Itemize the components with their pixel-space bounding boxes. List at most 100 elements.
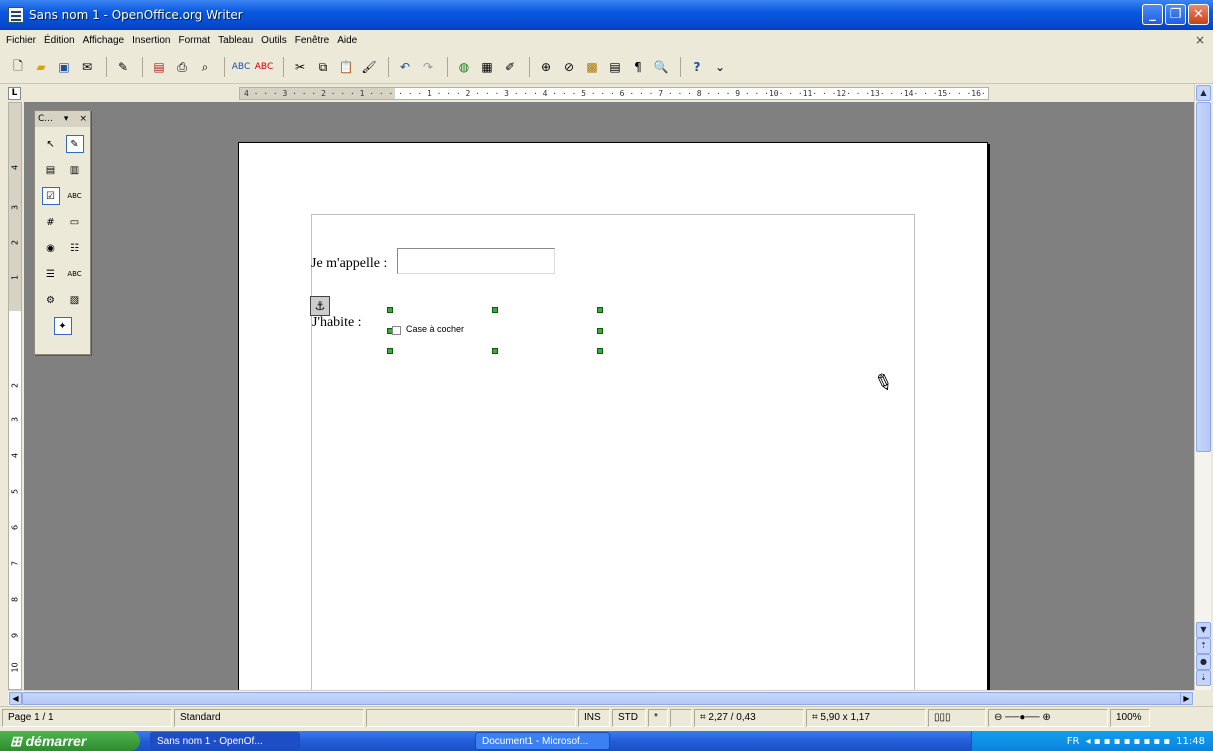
email-icon[interactable]: ✉ [77, 57, 97, 77]
autospell-icon[interactable]: ABC [254, 57, 274, 77]
more-controls-icon[interactable]: ⚙ [42, 291, 60, 309]
minimize-button[interactable]: _ [1142, 4, 1163, 25]
hyperlink-icon[interactable]: ◍ [454, 57, 474, 77]
close-button[interactable]: ✕ [1188, 4, 1209, 25]
taskbar-item-word[interactable]: Document1 - Microsof... [475, 732, 610, 750]
paste-icon[interactable]: 📋 [336, 57, 356, 77]
language-indicator[interactable]: FR [1067, 736, 1080, 747]
taskbar-item-writer[interactable]: Sans nom 1 - OpenOf... [150, 732, 300, 750]
name-text-field[interactable] [397, 248, 555, 274]
horizontal-scrollbar[interactable]: ◀ ▶ [8, 690, 1194, 706]
wizards-icon[interactable]: ✦ [53, 317, 72, 335]
control-properties-icon[interactable]: ▤ [42, 161, 60, 179]
table-icon[interactable]: ▦ [477, 57, 497, 77]
formatting-marks-icon[interactable]: ¶ [628, 57, 648, 77]
edit-file-icon[interactable]: ✎ [113, 57, 133, 77]
view-layout-buttons[interactable]: ▯▯▯ [928, 708, 986, 727]
writer-app-icon [8, 7, 24, 23]
design-mode-icon[interactable]: ✎ [65, 135, 84, 153]
zoom-slider[interactable]: ⊖ ──●── ⊕ [988, 708, 1108, 727]
label-field-icon[interactable]: ABC [66, 265, 84, 283]
gallery-icon[interactable]: ▩ [582, 57, 602, 77]
menu-fichier[interactable]: Fichier [6, 35, 36, 46]
vertical-ruler[interactable]: 4 3 2 1 2 3 4 5 6 7 8 9 10 [8, 102, 22, 690]
menu-insertion[interactable]: Insertion [132, 35, 170, 46]
navigator-icon[interactable]: ⊘ [559, 57, 579, 77]
vertical-scroll-thumb[interactable] [1196, 102, 1211, 452]
page-style[interactable]: Standard [174, 708, 364, 727]
checkbox-tool-icon[interactable]: ☑ [41, 187, 60, 205]
document-close-icon[interactable]: × [1195, 33, 1205, 47]
print-icon[interactable]: ⎙ [172, 57, 192, 77]
document-page[interactable]: Je m'appelle : ⚓ J'habite : Case à coche… [238, 142, 988, 690]
form-design-icon[interactable]: ▧ [66, 291, 84, 309]
selection-handle[interactable] [597, 348, 603, 354]
selection-handle[interactable] [597, 328, 603, 334]
vertical-scrollbar[interactable]: ▲ ▼ ⇡ ● ⇣ [1194, 84, 1211, 690]
navigation-icon[interactable]: ● [1196, 654, 1211, 670]
horizontal-ruler[interactable]: 4 · · · 3 · · · 2 · · · 1 · · · · · · 1 … [239, 87, 989, 100]
signature-field [670, 708, 692, 727]
form-toolbar-close-icon[interactable]: × [79, 114, 87, 124]
save-icon[interactable]: ▣ [54, 57, 74, 77]
scroll-right-icon[interactable]: ▶ [1180, 692, 1193, 705]
next-page-icon[interactable]: ⇣ [1196, 670, 1211, 686]
scroll-down-icon[interactable]: ▼ [1196, 622, 1211, 638]
text-box-tool-icon[interactable]: ABC [66, 187, 84, 205]
previous-page-icon[interactable]: ⇡ [1196, 638, 1211, 654]
open-folder-icon[interactable]: ▰ [31, 57, 51, 77]
draw-functions-icon[interactable]: ✐ [500, 57, 520, 77]
new-document-icon[interactable]: 🗋 [8, 57, 28, 77]
selection-handle[interactable] [387, 348, 393, 354]
find-replace-icon[interactable]: ⊕ [536, 57, 556, 77]
page-indicator[interactable]: Page 1 / 1 [2, 708, 172, 727]
checkbox-control[interactable] [392, 326, 401, 335]
toolbar-options-icon[interactable]: ⌄ [710, 57, 730, 77]
print-preview-icon[interactable]: ⌕ [195, 57, 215, 77]
menu-outils[interactable]: Outils [261, 35, 287, 46]
copy-icon[interactable]: ⧉ [313, 57, 333, 77]
help-icon[interactable]: ? [687, 57, 707, 77]
menu-fenetre[interactable]: Fenêtre [295, 35, 329, 46]
spellcheck-icon[interactable]: ABC [231, 57, 251, 77]
tray-icons[interactable]: ◂ ▪ ▪ ▪ ▪ ▪ ▪ ▪ ▪ [1086, 736, 1171, 747]
horizontal-scroll-thumb[interactable] [22, 692, 1182, 705]
push-button-icon[interactable]: ▭ [66, 213, 84, 231]
data-sources-icon[interactable]: ▤ [605, 57, 625, 77]
menu-format[interactable]: Format [178, 35, 210, 46]
tab-stop-selector[interactable]: L [8, 87, 21, 100]
select-arrow-icon[interactable]: ↖ [42, 135, 60, 153]
format-paintbrush-icon[interactable]: 🖌 [359, 57, 379, 77]
start-button[interactable]: ⊞ démarrer [0, 731, 140, 751]
selection-handle[interactable] [492, 307, 498, 313]
selection-handle[interactable] [387, 307, 393, 313]
form-properties-icon[interactable]: ▥ [66, 161, 84, 179]
form-toolbar-header[interactable]: C... ▾ × [35, 111, 90, 127]
checkbox-label[interactable]: Case à cocher [406, 324, 464, 334]
export-pdf-icon[interactable]: ▤ [149, 57, 169, 77]
selection-handle[interactable] [492, 348, 498, 354]
option-button-icon[interactable]: ◉ [42, 239, 60, 257]
menu-tableau[interactable]: Tableau [218, 35, 253, 46]
combo-box-icon[interactable]: ☰ [42, 265, 60, 283]
zoom-level[interactable]: 100% [1110, 708, 1150, 727]
restore-button[interactable]: ❐ [1165, 4, 1186, 25]
cut-icon[interactable]: ✂ [290, 57, 310, 77]
selection-handle[interactable] [597, 307, 603, 313]
redo-icon[interactable]: ↷ [418, 57, 438, 77]
menu-aide[interactable]: Aide [337, 35, 357, 46]
anchor-icon[interactable]: ⚓ [310, 296, 330, 316]
form-toolbar-dropdown-icon[interactable]: ▾ [64, 114, 69, 124]
insert-mode[interactable]: INS [578, 708, 610, 727]
text-boundaries [311, 214, 915, 690]
formatted-field-icon[interactable]: # [42, 213, 60, 231]
scroll-left-icon[interactable]: ◀ [9, 692, 22, 705]
scroll-up-icon[interactable]: ▲ [1196, 85, 1211, 101]
selection-mode[interactable]: STD [612, 708, 646, 727]
list-box-icon[interactable]: ☷ [66, 239, 84, 257]
menu-affichage[interactable]: Affichage [83, 35, 125, 46]
menu-edition[interactable]: Édition [44, 35, 75, 46]
clock[interactable]: 11:48 [1176, 736, 1205, 747]
zoom-icon[interactable]: 🔍 [651, 57, 671, 77]
undo-icon[interactable]: ↶ [395, 57, 415, 77]
